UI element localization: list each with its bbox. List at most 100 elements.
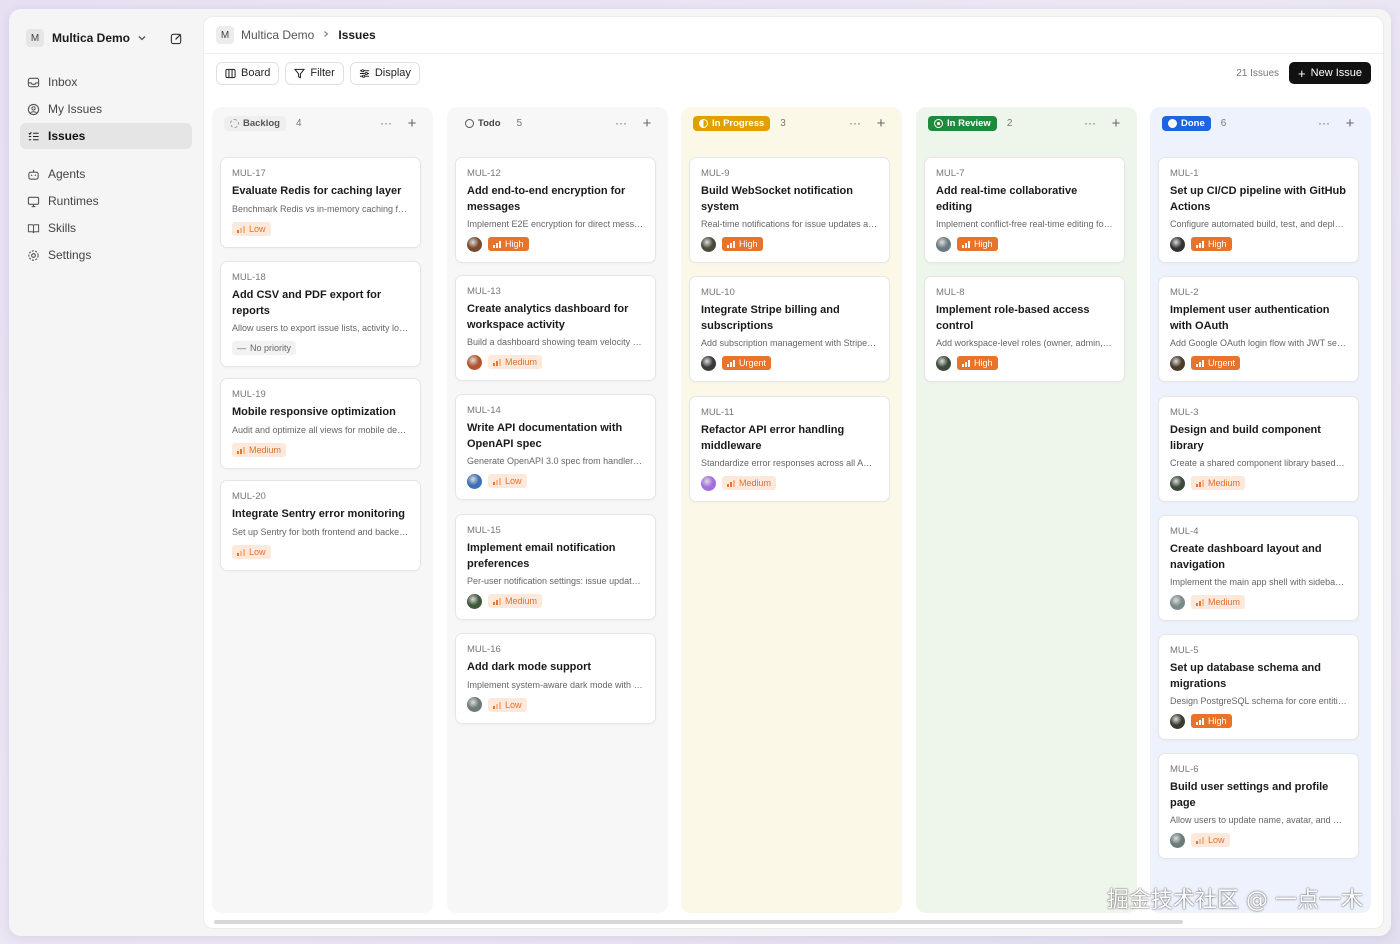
horizontal-scrollbar[interactable] [214, 920, 1183, 924]
issue-card[interactable]: MUL-14 Write API documentation with OpenA… [455, 394, 656, 500]
priority-badge[interactable]: Medium [722, 476, 777, 490]
nav-my-issues[interactable]: My Issues [20, 96, 192, 122]
nav-agents[interactable]: Agents [20, 161, 192, 187]
nav-issues[interactable]: Issues [20, 123, 192, 149]
avatar[interactable] [701, 355, 716, 371]
plus-icon[interactable]: + [1341, 114, 1359, 132]
issue-id: MUL-11 [701, 407, 735, 418]
workspace-switcher[interactable]: M Multica Demo [20, 23, 192, 53]
issue-meta: Urgent [1170, 355, 1347, 371]
plus-icon[interactable]: + [403, 114, 421, 132]
breadcrumb-workspace[interactable]: Multica Demo [241, 28, 314, 42]
issue-card[interactable]: MUL-11 Refactor API error handling middle… [689, 396, 890, 502]
avatar[interactable] [1170, 832, 1185, 848]
chevron-right-icon [322, 30, 330, 41]
issue-card[interactable]: MUL-1 Set up CI/CD pipeline with GitHub A… [1158, 157, 1359, 263]
priority-label: Medium [505, 357, 538, 367]
display-button[interactable]: Display [349, 61, 420, 85]
plus-icon[interactable]: + [638, 114, 656, 132]
issue-card[interactable]: MUL-10 Integrate Stripe billing and subsc… [689, 276, 890, 382]
more-icon[interactable]: ··· [1081, 114, 1099, 132]
issue-description: Add Google OAuth login flow with JWT ses… [1170, 338, 1347, 348]
avatar[interactable] [936, 236, 951, 252]
priority-badge[interactable]: High [722, 237, 763, 251]
issue-id: MUL-8 [936, 287, 965, 298]
issue-meta: — No priority [232, 340, 409, 356]
issue-card[interactable]: MUL-8 Implement role-based access control… [924, 276, 1125, 382]
priority-badge[interactable]: Low [232, 221, 271, 236]
priority-badge[interactable]: Medium [1191, 476, 1246, 490]
avatar[interactable] [1170, 475, 1185, 491]
filter-button[interactable]: Filter [285, 61, 344, 85]
issue-title: Create dashboard layout and navigation [1170, 543, 1322, 571]
issue-card[interactable]: MUL-3 Design and build component library C… [1158, 396, 1359, 502]
priority-badge[interactable]: Low [232, 544, 271, 559]
nav-skills[interactable]: Skills [20, 215, 192, 241]
board-view-button[interactable]: Board [216, 61, 280, 85]
more-icon[interactable]: ··· [377, 114, 395, 132]
priority-badge[interactable]: Medium [232, 442, 287, 457]
issue-title: Implement role-based access control [936, 304, 1090, 332]
priority-badge[interactable]: Urgent [1191, 356, 1241, 370]
breadcrumb: M Multica Demo Issues [204, 17, 1383, 54]
avatar[interactable] [1170, 713, 1185, 729]
priority-badge[interactable]: Low [1191, 833, 1230, 847]
avatar[interactable] [701, 475, 716, 491]
issue-card[interactable]: MUL-15 Implement email notification prefe… [455, 514, 656, 620]
more-icon[interactable]: ··· [612, 114, 630, 132]
priority-bars-icon [237, 446, 245, 454]
avatar[interactable] [467, 473, 482, 489]
avatar[interactable] [467, 354, 482, 370]
issue-meta: Medium [1170, 594, 1347, 610]
chevron-down-icon[interactable] [132, 28, 152, 48]
issue-card[interactable]: MUL-2 Implement user authentication with … [1158, 276, 1359, 382]
column-count: 4 [295, 117, 302, 129]
issue-card[interactable]: MUL-20 Integrate Sentry error monitoring S… [220, 480, 421, 571]
priority-badge[interactable]: Low [488, 697, 527, 712]
nav-runtimes[interactable]: Runtimes [20, 188, 192, 214]
avatar[interactable] [467, 697, 482, 712]
plus-icon[interactable]: + [1107, 114, 1125, 132]
priority-bars-icon [727, 240, 735, 248]
plus-icon[interactable]: + [872, 114, 890, 132]
priority-badge[interactable]: High [957, 356, 998, 370]
priority-badge[interactable]: High [488, 237, 529, 251]
issue-card[interactable]: MUL-9 Build WebSocket notification system… [689, 157, 890, 263]
issue-card[interactable]: MUL-16 Add dark mode support Implement sys… [455, 633, 656, 724]
nav-settings[interactable]: Settings [20, 242, 192, 268]
avatar[interactable] [1170, 594, 1185, 610]
nav-inbox[interactable]: Inbox [20, 69, 192, 95]
issue-id: MUL-13 [467, 286, 501, 297]
priority-badge[interactable]: Medium [1191, 595, 1246, 609]
issue-card[interactable]: MUL-5 Set up database schema and migratio… [1158, 634, 1359, 740]
issue-card[interactable]: MUL-4 Create dashboard layout and navigat… [1158, 515, 1359, 621]
priority-badge[interactable]: High [957, 237, 998, 251]
issue-meta: Medium [467, 354, 644, 370]
avatar[interactable] [467, 593, 482, 609]
new-issue-button[interactable]: + New Issue [1289, 62, 1371, 84]
nav-my-issues-label: My Issues [48, 102, 103, 116]
priority-badge[interactable]: Low [488, 474, 527, 488]
issue-card[interactable]: MUL-17 Evaluate Redis for caching layer Be… [220, 157, 421, 248]
avatar[interactable] [1170, 355, 1185, 371]
avatar[interactable] [936, 355, 951, 371]
priority-badge[interactable]: Medium [488, 594, 543, 608]
issue-card[interactable]: MUL-6 Build user settings and profile pag… [1158, 753, 1359, 859]
issue-card[interactable]: MUL-19 Mobile responsive optimization Audi… [220, 378, 421, 469]
more-icon[interactable]: ··· [1315, 114, 1333, 132]
status-icon [699, 118, 708, 128]
priority-badge[interactable]: Urgent [722, 356, 772, 370]
priority-badge[interactable]: Medium [488, 355, 543, 369]
issue-card[interactable]: MUL-13 Create analytics dashboard for wor… [455, 275, 656, 381]
avatar[interactable] [467, 236, 482, 252]
issue-card[interactable]: MUL-7 Add real-time collaborative editing… [924, 157, 1125, 263]
priority-badge[interactable]: — No priority [232, 341, 297, 355]
issue-card[interactable]: MUL-18 Add CSV and PDF export for reports… [220, 261, 421, 367]
compose-icon[interactable] [166, 28, 186, 48]
avatar[interactable] [701, 236, 716, 252]
priority-badge[interactable]: High [1191, 237, 1232, 251]
priority-badge[interactable]: High [1191, 714, 1232, 728]
issue-card[interactable]: MUL-12 Add end-to-end encryption for mess… [455, 157, 656, 263]
avatar[interactable] [1170, 236, 1185, 252]
more-icon[interactable]: ··· [846, 114, 864, 132]
